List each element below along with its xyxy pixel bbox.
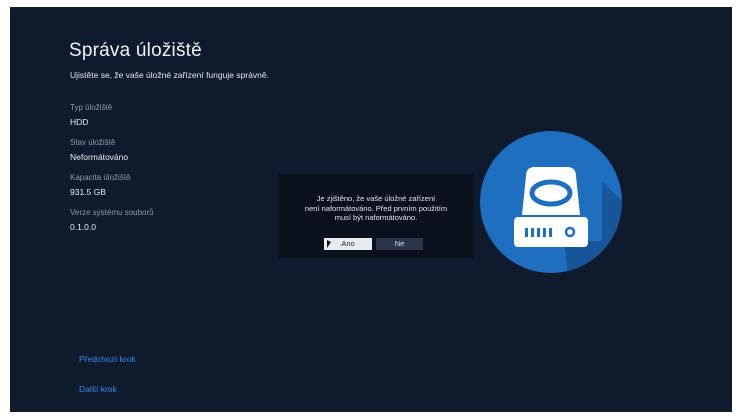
dialog-message-line: není naformátováno. Před prvním použitím — [304, 203, 448, 213]
storage-capacity-label: Kapacita úložiště — [70, 173, 131, 182]
mouse-cursor-icon — [327, 240, 331, 248]
storage-status-label: Stav úložiště — [70, 138, 116, 147]
filesystem-version-value: 0.1.0.0 — [70, 222, 96, 232]
page-title: Správa úložiště — [69, 40, 202, 61]
previous-step-link[interactable]: Předchozí krok — [79, 354, 136, 364]
no-button[interactable]: Ne — [376, 238, 423, 250]
filesystem-version-field: Verze systému souborů 0.1.0.0 — [70, 208, 154, 232]
dialog-message-line: musí být naformátováno. — [334, 213, 418, 222]
page-subtitle: Ujistěte se, že vaše úložné zařízení fun… — [70, 70, 269, 80]
dialog-message-line: Je zjištěno, že vaše úložné zařízení — [316, 194, 436, 203]
storage-status-field: Stav úložiště Neformátováno — [70, 138, 128, 162]
dialog-message: Je zjištěno, že vaše úložné zařízení nen… — [284, 194, 468, 223]
storage-type-label: Typ úložiště — [70, 103, 113, 112]
filesystem-version-label: Verze systému souborů — [70, 208, 154, 217]
storage-capacity-field: Kapacita úložiště 931.5 GB — [70, 173, 130, 197]
format-confirm-dialog: Je zjištěno, že vaše úložné zařízení nen… — [278, 174, 474, 258]
storage-type-value: HDD — [70, 117, 89, 127]
yes-button[interactable]: Ano — [324, 238, 372, 250]
next-step-link[interactable]: Další krok — [79, 384, 117, 394]
storage-type-field: Typ úložiště HDD — [70, 103, 112, 127]
storage-management-screen: Správa úložiště Ujistěte se, že vaše úlo… — [10, 7, 732, 412]
hard-drive-icon — [480, 131, 622, 273]
storage-capacity-value: 931.5 GB — [70, 187, 106, 197]
storage-status-value: Neformátováno — [70, 152, 129, 162]
